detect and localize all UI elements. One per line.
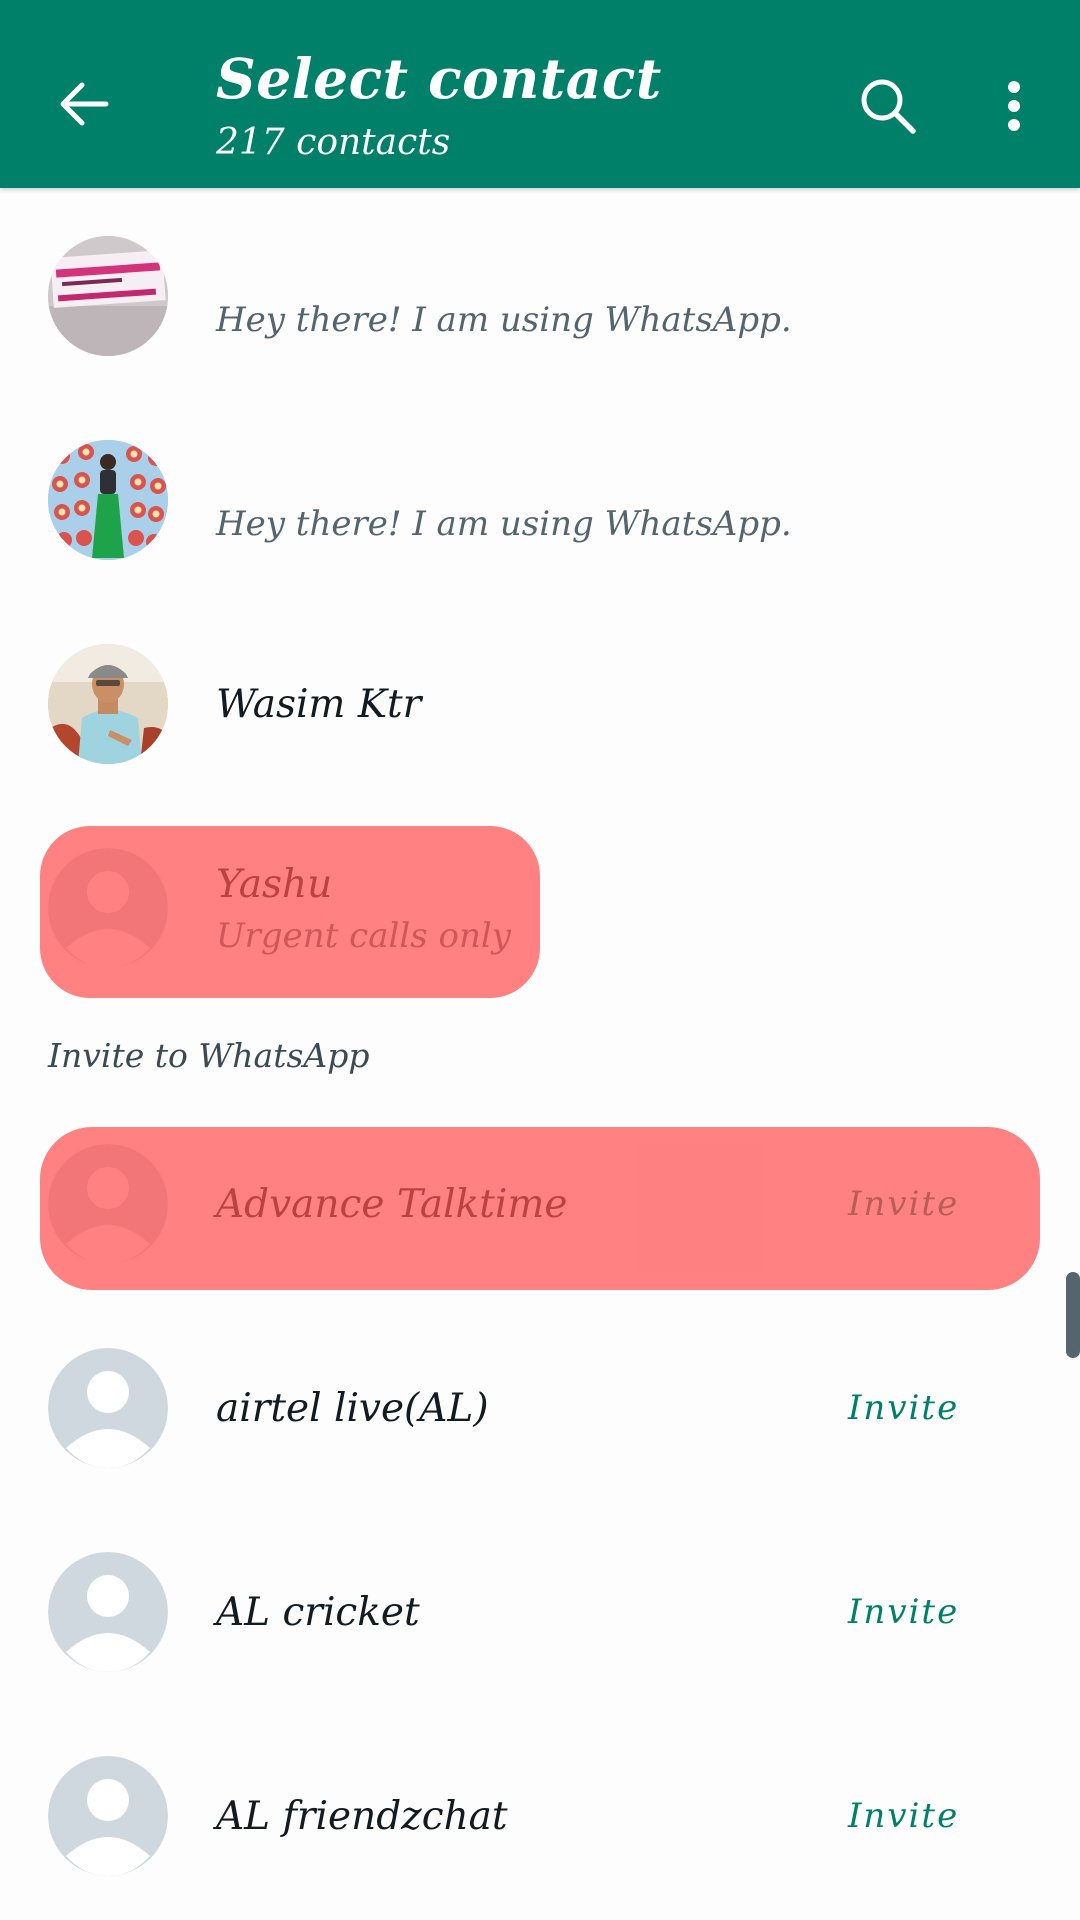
contact-row[interactable]: Wasim Ktr	[0, 604, 1080, 804]
ritika-shop-photo	[48, 236, 168, 356]
man-in-cap-photo	[48, 644, 168, 764]
contact-row[interactable]: Hey there! I am using WhatsApp.	[0, 196, 1080, 396]
contact-count: 217 contacts	[216, 122, 451, 163]
app-bar: Select contact 217 contacts	[0, 0, 1080, 188]
default-person-graphic	[48, 1144, 168, 1264]
invite-contact-name: AL friendzchat	[216, 1794, 508, 1839]
invite-contact-name: Advance Talktime	[216, 1182, 568, 1227]
invite-button[interactable]: Invite	[848, 1184, 959, 1224]
default-person-graphic	[48, 1348, 168, 1468]
contact-name: Yashu	[216, 862, 333, 907]
invite-button[interactable]: Invite	[848, 1592, 959, 1632]
default-person-icon	[48, 1756, 168, 1876]
default-person-icon	[48, 848, 168, 968]
default-person-icon	[48, 1348, 168, 1468]
contact-status: Urgent calls only	[216, 916, 511, 956]
search-button[interactable]	[852, 70, 924, 142]
invite-contact-name: airtel live(AL)	[216, 1386, 489, 1431]
badge-collage-photo-graphic	[48, 440, 168, 560]
contact-status: Hey there! I am using WhatsApp.	[216, 300, 792, 340]
contact-status: Hey there! I am using WhatsApp.	[216, 504, 792, 544]
arrow-left-icon	[60, 82, 109, 126]
invite-row[interactable]: Advance Talktime Invite	[0, 1104, 1080, 1304]
page-title: Select contact	[216, 46, 662, 111]
invite-contact-name: AL cricket	[216, 1590, 420, 1635]
default-person-graphic	[48, 1552, 168, 1672]
invite-section-label: Invite to WhatsApp	[48, 1036, 370, 1075]
default-person-graphic	[48, 848, 168, 968]
contact-name: Wasim Ktr	[216, 682, 422, 727]
invite-row[interactable]: airtel live(AL) Invite	[0, 1308, 1080, 1508]
default-person-graphic	[48, 1756, 168, 1876]
more-vertical-icon	[1008, 81, 1020, 131]
more-options-button[interactable]	[986, 74, 1042, 138]
contact-row[interactable]: Yashu Urgent calls only	[0, 808, 1080, 1008]
man-in-cap-photo-graphic	[48, 644, 168, 764]
select-contact-screen: Select contact 217 contacts Hey there! I…	[0, 0, 1080, 1920]
invite-button[interactable]: Invite	[848, 1388, 959, 1428]
badge-collage-photo	[48, 440, 168, 560]
search-icon	[861, 79, 916, 134]
invite-row[interactable]: AL friendzchat Invite	[0, 1716, 1080, 1916]
back-button[interactable]	[52, 72, 116, 136]
invite-row[interactable]: AL cricket Invite	[0, 1512, 1080, 1712]
default-person-icon	[48, 1144, 168, 1264]
scrollbar-thumb[interactable]	[1066, 1272, 1080, 1358]
ritika-shop-photo-graphic	[48, 236, 168, 356]
contact-row[interactable]: Hey there! I am using WhatsApp.	[0, 400, 1080, 600]
invite-button[interactable]: Invite	[848, 1796, 959, 1836]
default-person-icon	[48, 1552, 168, 1672]
